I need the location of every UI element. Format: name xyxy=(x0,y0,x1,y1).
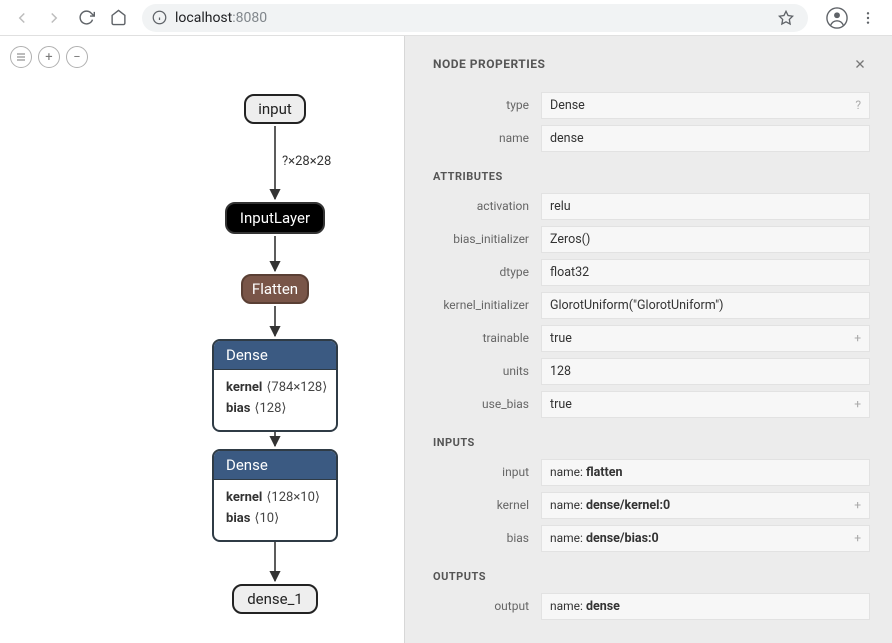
section-inputs: INPUTS xyxy=(433,436,870,449)
node-dense-2-body: kernel⟨128×10⟩ bias⟨10⟩ xyxy=(214,480,336,540)
prop-name-row: name dense xyxy=(433,125,870,152)
home-icon[interactable] xyxy=(104,4,132,32)
node-dense-1-title: Dense xyxy=(214,341,336,370)
node-dense-1-body: kernel⟨784×128⟩ bias⟨128⟩ xyxy=(214,370,336,430)
page-title: NODE PROPERTIES xyxy=(433,57,545,71)
star-icon[interactable] xyxy=(778,10,798,26)
outputs-output-row: output name: dense xyxy=(433,593,870,620)
browser-chrome: localhost:8080 xyxy=(0,0,892,36)
attr-use-bias-row: use_bias true+ xyxy=(433,391,870,418)
forward-icon[interactable] xyxy=(40,4,68,32)
inputs-input-value[interactable]: name: flatten xyxy=(541,459,870,486)
attr-units-value[interactable]: 128 xyxy=(541,358,870,385)
inputs-input-row: input name: flatten xyxy=(433,459,870,486)
node-input[interactable]: input xyxy=(244,94,306,124)
attr-units-row: units 128 xyxy=(433,358,870,385)
prop-name-value[interactable]: dense xyxy=(541,125,870,152)
info-icon[interactable] xyxy=(152,10,167,25)
url-text: localhost:8080 xyxy=(175,10,770,26)
attr-bias-initializer-value[interactable]: Zeros() xyxy=(541,226,870,253)
attr-kernel-initializer-value[interactable]: GlorotUniform("GlorotUniform") xyxy=(541,292,870,319)
section-outputs: OUTPUTS xyxy=(433,570,870,583)
node-dense-2[interactable]: Dense kernel⟨128×10⟩ bias⟨10⟩ xyxy=(212,449,338,542)
attr-kernel-initializer-row: kernel_initializer GlorotUniform("Glorot… xyxy=(433,292,870,319)
avatar-icon[interactable] xyxy=(826,7,848,29)
back-icon[interactable] xyxy=(8,4,36,32)
attr-activation-value[interactable]: relu xyxy=(541,193,870,220)
close-icon[interactable] xyxy=(850,54,870,74)
attr-dtype-row: dtype float32 xyxy=(433,259,870,286)
edge-label-input-shape: ?×28×28 xyxy=(282,154,331,169)
prop-type-row: type Dense? xyxy=(433,92,870,119)
attr-dtype-value[interactable]: float32 xyxy=(541,259,870,286)
prop-name-label: name xyxy=(433,125,541,152)
inputs-bias-row: bias name: dense/bias:0+ xyxy=(433,525,870,552)
inputs-kernel-row: kernel name: dense/kernel:0+ xyxy=(433,492,870,519)
attr-trainable-row: trainable true+ xyxy=(433,325,870,352)
node-dense-2-title: Dense xyxy=(214,451,336,480)
node-flatten[interactable]: Flatten xyxy=(241,274,309,304)
prop-type-value[interactable]: Dense? xyxy=(541,92,870,119)
node-inputlayer[interactable]: InputLayer xyxy=(225,202,325,234)
inputs-bias-value[interactable]: name: dense/bias:0+ xyxy=(541,525,870,552)
prop-type-label: type xyxy=(433,92,541,119)
inputs-kernel-value[interactable]: name: dense/kernel:0+ xyxy=(541,492,870,519)
node-dense-1[interactable]: Dense kernel⟨784×128⟩ bias⟨128⟩ xyxy=(212,339,338,432)
kebab-icon[interactable] xyxy=(860,10,876,26)
graph-edges xyxy=(0,36,404,643)
attr-bias-initializer-row: bias_initializer Zeros() xyxy=(433,226,870,253)
outputs-output-value[interactable]: name: dense xyxy=(541,593,870,620)
graph-pane[interactable]: + − ?×28×28 input InputLayer Flatten Den… xyxy=(0,36,404,643)
attr-trainable-value[interactable]: true+ xyxy=(541,325,870,352)
node-output[interactable]: dense_1 xyxy=(232,584,318,614)
section-attributes: ATTRIBUTES xyxy=(433,170,870,183)
url-bar[interactable]: localhost:8080 xyxy=(142,4,808,32)
properties-panel: NODE PROPERTIES type Dense? name dense A… xyxy=(404,36,892,643)
attr-use-bias-value[interactable]: true+ xyxy=(541,391,870,418)
reload-icon[interactable] xyxy=(72,4,100,32)
attr-activation-row: activation relu xyxy=(433,193,870,220)
